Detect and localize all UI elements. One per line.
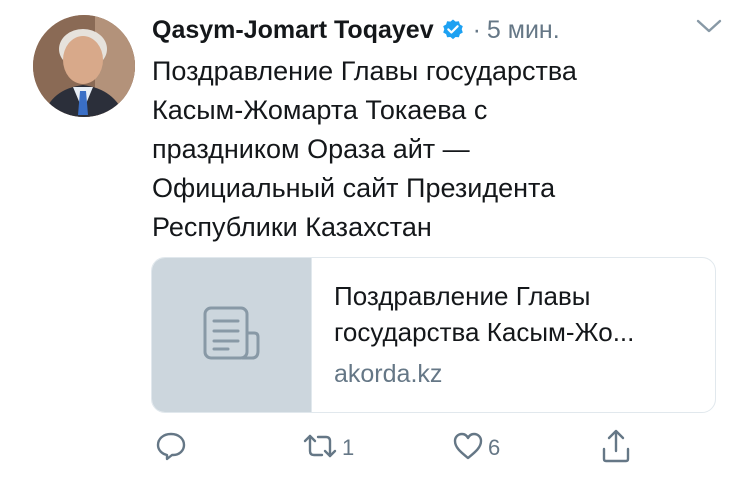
reply-button[interactable] bbox=[155, 428, 191, 468]
tweet-text-line: Поздравление Главы государства bbox=[152, 56, 577, 86]
avatar[interactable] bbox=[33, 15, 135, 117]
verified-badge-icon bbox=[441, 18, 465, 42]
card-body: Поздравление Главы государства Касым-Жо.… bbox=[334, 278, 697, 392]
tweet-text-line: Касым-Жомарта Токаева с bbox=[152, 95, 488, 125]
like-count: 6 bbox=[488, 435, 501, 460]
link-card[interactable]: Поздравление Главы государства Касым-Жо.… bbox=[151, 257, 716, 413]
share-button[interactable] bbox=[600, 428, 636, 468]
card-domain: akorda.kz bbox=[334, 360, 443, 388]
separator-dot: · bbox=[472, 15, 481, 44]
tweet-text: Поздравление Главы государства Касым-Жом… bbox=[152, 52, 692, 247]
card-title-line: государства Касым-Жо... bbox=[334, 317, 635, 347]
author-name[interactable]: Qasym-Jomart Toqayev bbox=[152, 16, 434, 45]
tweet-text-line: Официальный сайт Президента bbox=[152, 173, 556, 203]
timestamp[interactable]: 5 мин. bbox=[487, 16, 560, 45]
tweet-text-line: праздником Ораза айт — bbox=[152, 134, 470, 164]
retweet-icon bbox=[302, 431, 338, 466]
document-icon bbox=[202, 305, 262, 366]
share-icon bbox=[600, 429, 632, 468]
card-title-line: Поздравление Главы bbox=[334, 281, 591, 311]
reply-icon bbox=[155, 431, 187, 466]
heart-icon bbox=[452, 431, 484, 466]
retweet-button[interactable]: 1 bbox=[302, 428, 354, 468]
chevron-down-icon[interactable] bbox=[694, 14, 724, 38]
tweet-header: Qasym-Jomart Toqayev · 5 мин. bbox=[152, 12, 560, 48]
tweet-actions: 1 6 bbox=[0, 428, 750, 468]
retweet-count: 1 bbox=[342, 435, 355, 460]
like-button[interactable]: 6 bbox=[452, 428, 500, 468]
card-thumbnail bbox=[152, 258, 312, 412]
tweet-text-line: Республики Казахстан bbox=[152, 212, 432, 242]
